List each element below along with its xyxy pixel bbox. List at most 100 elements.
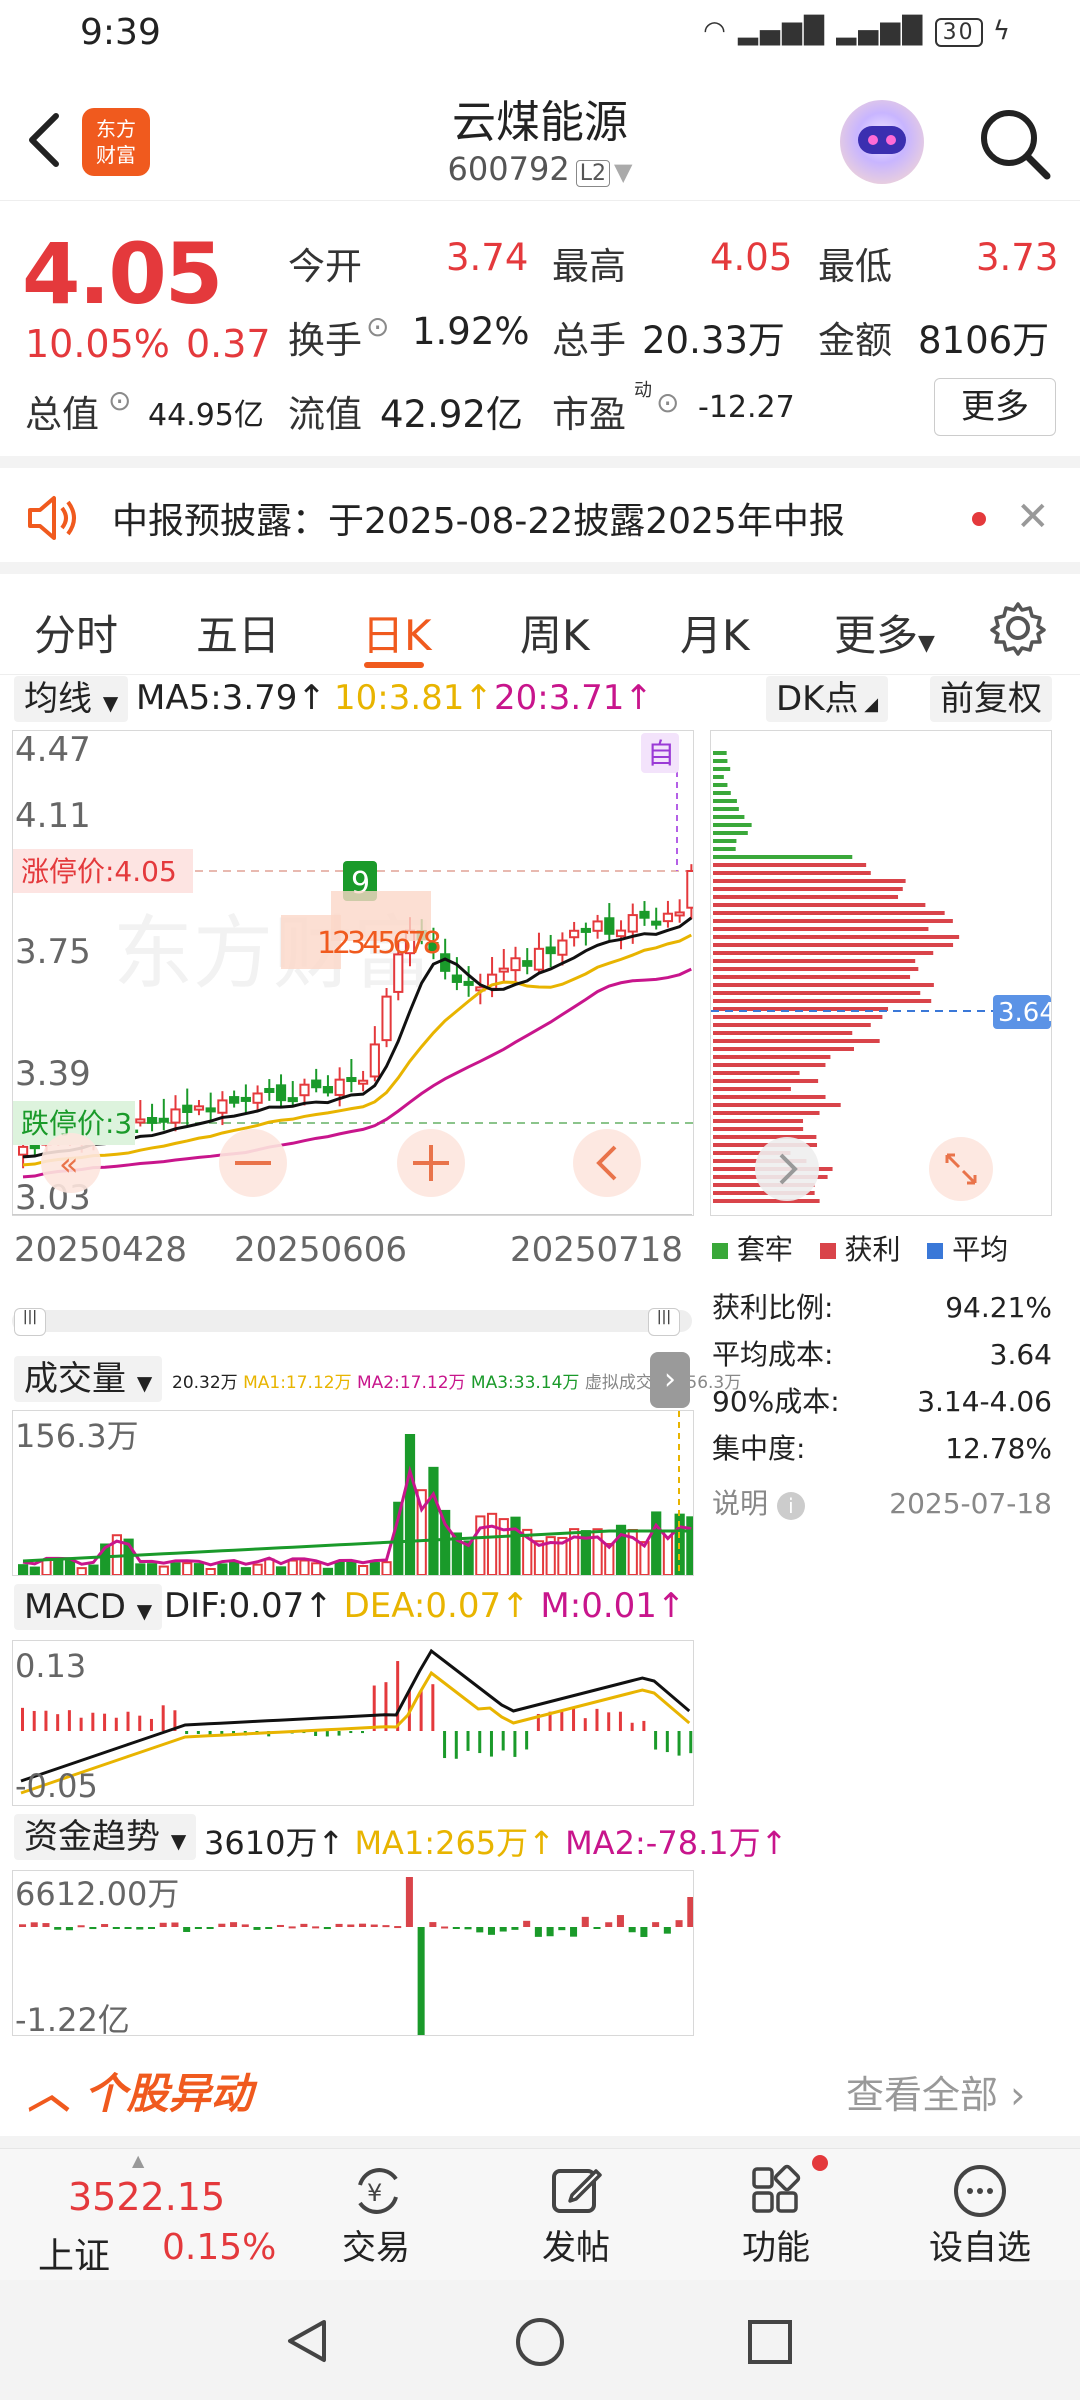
fund-bar	[464, 1927, 472, 1930]
float-label: 流值	[288, 393, 362, 436]
candle-body	[592, 920, 603, 932]
arrow-up-icon: ↑	[317, 1824, 345, 1862]
chevron-down-icon: ▼	[170, 1829, 187, 1853]
chip-bar	[713, 815, 745, 819]
info-icon[interactable]: ⊙	[366, 310, 389, 343]
candle-body	[205, 1107, 216, 1113]
more-quote-button[interactable]: 更多	[934, 378, 1056, 436]
change-percent: 10.05%	[25, 322, 170, 366]
candle-body	[604, 917, 615, 935]
chip-bar	[713, 1071, 800, 1075]
tab-more[interactable]: 更多▼	[834, 602, 935, 663]
indicator-select[interactable]: 均线 ▼	[14, 676, 129, 722]
range-scrollbar[interactable]	[12, 1310, 692, 1332]
nav-trade[interactable]: ¥ 交易	[296, 2149, 456, 2281]
fund-bar	[288, 1926, 296, 1929]
nav-home-icon[interactable]	[514, 2316, 566, 2368]
low-label: 最低	[818, 245, 892, 288]
volume-bars	[18, 1434, 693, 1575]
candle-body	[240, 1096, 251, 1102]
more-circle-icon	[954, 2165, 1006, 2217]
fund-select[interactable]: 资金趋势 ▼	[14, 1814, 197, 1860]
expand-button[interactable]	[929, 1137, 993, 1201]
fund-bar	[335, 1923, 343, 1927]
volume-bar	[311, 1562, 322, 1575]
volume-select[interactable]: 成交量 ▼	[14, 1356, 163, 1402]
tab-zhouk[interactable]: 周K	[520, 602, 590, 663]
volume-chart[interactable]: 156.3万	[12, 1410, 694, 1576]
chip-bar	[713, 1063, 826, 1067]
nav-post[interactable]: 发帖	[496, 2149, 656, 2281]
nav-post-label: 发帖	[542, 2228, 610, 2268]
nav-watchlist[interactable]: 设自选	[900, 2149, 1060, 2281]
section-title: ︿ 个股异动	[28, 2060, 253, 2121]
chip-next-button[interactable]	[755, 1137, 819, 1201]
fund-bar	[523, 1920, 531, 1927]
robot-avatar-icon[interactable]	[840, 100, 924, 184]
candle-body	[217, 1099, 228, 1114]
tab-wuri[interactable]: 五日	[196, 602, 280, 663]
gear-icon[interactable]	[990, 600, 1046, 656]
macd-bar	[372, 1685, 376, 1731]
fund-trend-chart[interactable]: 6612.00万 -1.22亿	[12, 1870, 694, 2036]
info-icon[interactable]: ⊙	[656, 386, 679, 419]
macd-bar	[149, 1718, 153, 1731]
macd-bar	[138, 1715, 142, 1731]
search-icon[interactable]	[975, 104, 1055, 184]
dk-button[interactable]: DK点 ◢	[766, 676, 889, 722]
legend-swatch-green	[712, 1243, 728, 1259]
fund-ma1-text: MA1:265万	[354, 1824, 529, 1862]
macd-bar	[654, 1731, 658, 1750]
notice-bar[interactable]: 中报预披露：于2025-08-22披露2025年中报 ✕	[0, 456, 1080, 568]
fund-bar	[675, 1920, 683, 1927]
macd-bar	[489, 1731, 493, 1757]
kline-chart[interactable]: 东方财富 涨停价:4.05 跌停价:3. 4.47 4.11 3.75 3.39…	[12, 730, 694, 1216]
chip-bar	[713, 1111, 820, 1115]
amount-label: 金额	[818, 319, 892, 362]
chevron-right-icon[interactable]: ›	[650, 1352, 690, 1408]
chip-bar	[713, 967, 919, 971]
fund-bar	[194, 1927, 202, 1929]
legend-swatch-red	[819, 1243, 836, 1259]
notice-text: 中报预披露：于2025-08-22披露2025年中报	[112, 501, 845, 542]
fund-bar	[581, 1916, 589, 1927]
volume-bar	[287, 1559, 298, 1575]
fuquan-button[interactable]: 前复权	[930, 676, 1052, 722]
fund-ma2-text: MA2:-78.1万	[565, 1824, 761, 1862]
range-handle-right[interactable]: |||	[648, 1308, 680, 1336]
fund-bar	[54, 1927, 62, 1930]
close-icon[interactable]: ✕	[1016, 494, 1050, 540]
nav-recents-icon[interactable]	[746, 2318, 794, 2366]
float-value: 42.92亿	[380, 393, 523, 436]
chip-bar	[713, 935, 960, 939]
chip-distribution-chart[interactable]: 3.64	[710, 730, 1052, 1216]
tab-fenshi[interactable]: 分时	[34, 602, 118, 663]
macd-select[interactable]: MACD ▼	[14, 1584, 163, 1630]
macd-bar	[677, 1731, 681, 1756]
vol-ma2: MA2:17.12万	[357, 1373, 466, 1393]
index-ticker[interactable]: ▲ 3522.15 上证 0.15%	[20, 2149, 280, 2281]
view-all-link[interactable]: 查看全部 ›	[846, 2064, 1025, 2119]
chip-bar	[713, 863, 867, 867]
macd-m-value: M:0.01	[540, 1586, 657, 1626]
chip-note[interactable]: 说明 i	[712, 1480, 805, 1527]
pe-value: -12.27	[698, 390, 795, 425]
fund-ma2: MA2:-78.1万↑	[565, 1824, 787, 1862]
nav-functions[interactable]: 功能	[696, 2149, 856, 2281]
fund-bar	[476, 1927, 484, 1933]
macd-chart[interactable]: 0.13 -0.05	[12, 1640, 694, 1806]
fund-bar	[89, 1927, 97, 1930]
chip-bar	[713, 991, 921, 995]
range-handle-left[interactable]: |||	[14, 1308, 46, 1336]
chip-bar	[713, 1199, 820, 1203]
macd-bar	[220, 1731, 224, 1734]
prev-button[interactable]	[573, 1129, 641, 1197]
nav-back-icon[interactable]	[282, 2316, 332, 2366]
tab-rik[interactable]: 日K	[362, 602, 432, 663]
volume-bar	[686, 1516, 693, 1575]
info-icon[interactable]: ⊙	[108, 384, 131, 417]
volume-bar	[475, 1515, 486, 1575]
tab-yuek[interactable]: 月K	[680, 602, 750, 663]
volume-bar	[486, 1512, 498, 1575]
fund-bar	[511, 1927, 519, 1930]
